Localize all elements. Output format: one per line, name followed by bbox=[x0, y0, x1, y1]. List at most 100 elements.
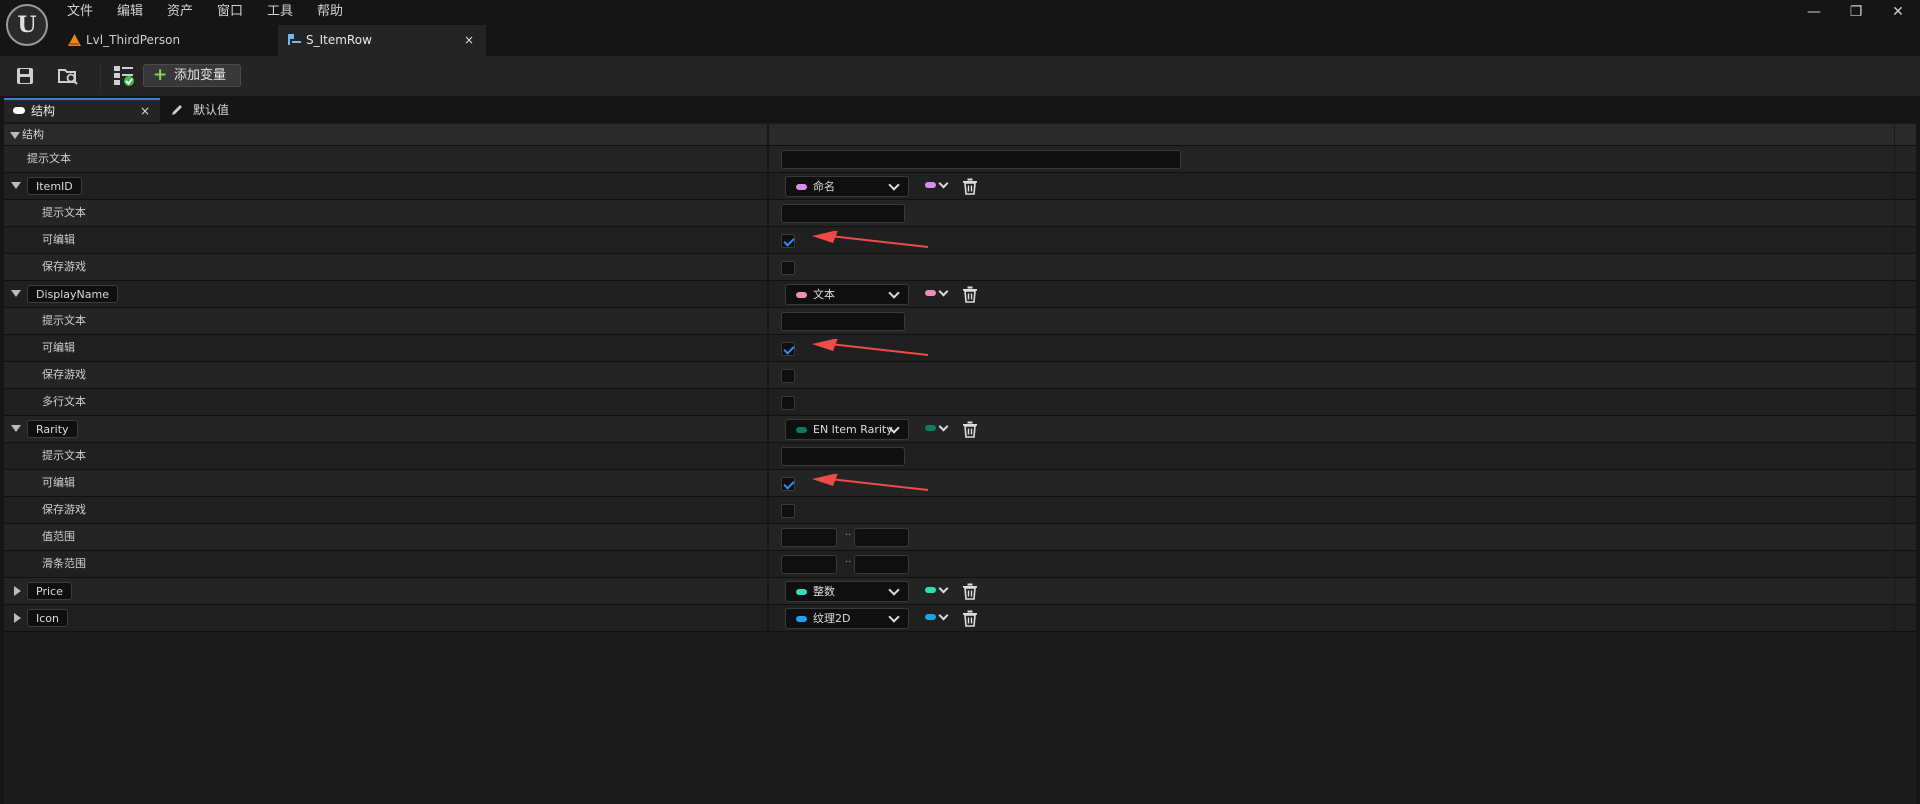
tooltip-input[interactable] bbox=[781, 204, 905, 223]
collapse-arrow-icon[interactable] bbox=[10, 132, 20, 139]
checkbox[interactable] bbox=[781, 477, 795, 491]
chevron-down-icon[interactable] bbox=[938, 178, 949, 189]
menu-assets[interactable]: 资产 bbox=[167, 2, 193, 22]
tab-s-itemrow[interactable]: S_ItemRow × bbox=[278, 25, 486, 56]
add-variable-button[interactable]: + 添加变量 bbox=[143, 64, 241, 87]
tooltip-input[interactable] bbox=[781, 447, 905, 466]
property-label: 保存游戏 bbox=[42, 368, 86, 381]
chevron-down-icon bbox=[888, 287, 900, 299]
variable-type-dropdown[interactable]: 纹理2D bbox=[785, 608, 909, 629]
tooltip-input[interactable] bbox=[781, 150, 1181, 169]
collapse-arrow-icon[interactable] bbox=[11, 182, 21, 189]
range-max-input[interactable] bbox=[854, 555, 909, 574]
member-name-field[interactable]: Price bbox=[27, 582, 72, 600]
delete-icon[interactable] bbox=[962, 178, 978, 195]
annotation-arrow bbox=[812, 231, 929, 248]
save-icon[interactable] bbox=[15, 66, 35, 86]
browse-icon[interactable] bbox=[58, 66, 78, 86]
range-max-input[interactable] bbox=[854, 528, 909, 547]
struct-compile-icon[interactable] bbox=[113, 65, 135, 87]
unreal-logo[interactable]: U bbox=[6, 4, 48, 46]
property-label: 多行文本 bbox=[42, 395, 86, 408]
type-label: EN Item Rarity bbox=[813, 423, 893, 436]
column-divider bbox=[1894, 605, 1895, 631]
menu-help[interactable]: 帮助 bbox=[317, 2, 343, 22]
chevron-down-icon[interactable] bbox=[938, 286, 949, 297]
tab-lvl-thirdperson[interactable]: Lvl_ThirdPerson bbox=[58, 25, 274, 56]
delete-icon[interactable] bbox=[962, 610, 978, 627]
checkbox[interactable] bbox=[781, 234, 795, 248]
column-divider bbox=[1894, 254, 1895, 280]
struct-tooltip-row: 提示文本 bbox=[4, 146, 1916, 173]
type-label: 文本 bbox=[813, 288, 835, 301]
column-divider bbox=[767, 389, 769, 415]
menu-edit[interactable]: 编辑 bbox=[117, 2, 143, 22]
property-label: 提示文本 bbox=[27, 152, 71, 165]
collapse-arrow-icon[interactable] bbox=[11, 425, 21, 432]
container-type-pin-icon[interactable] bbox=[925, 182, 936, 188]
property-row: 保存游戏 bbox=[4, 497, 1916, 524]
member-name-field[interactable]: Icon bbox=[27, 609, 68, 627]
checkbox[interactable] bbox=[781, 369, 795, 383]
variable-type-dropdown[interactable]: 整数 bbox=[785, 581, 909, 602]
checkbox[interactable] bbox=[781, 504, 795, 518]
chevron-down-icon bbox=[888, 611, 900, 623]
column-divider bbox=[1894, 200, 1895, 226]
container-type-pin-icon[interactable] bbox=[925, 290, 936, 296]
property-label: 可编辑 bbox=[42, 233, 75, 246]
column-divider bbox=[767, 551, 769, 577]
menu-window[interactable]: 窗口 bbox=[217, 2, 243, 22]
delete-icon[interactable] bbox=[962, 286, 978, 303]
checkbox[interactable] bbox=[781, 261, 795, 275]
checkbox[interactable] bbox=[781, 396, 795, 410]
tab-structure[interactable]: 结构 × bbox=[4, 98, 160, 122]
container-type-pin-icon[interactable] bbox=[925, 425, 936, 431]
close-window-button[interactable]: ✕ bbox=[1883, 2, 1913, 22]
column-divider bbox=[767, 578, 769, 604]
property-row: 可编辑 bbox=[4, 227, 1916, 254]
member-name-field[interactable]: Rarity bbox=[27, 420, 78, 438]
delete-icon[interactable] bbox=[962, 583, 978, 600]
panel-tab-bar bbox=[0, 96, 1920, 123]
range-min-input[interactable] bbox=[781, 528, 837, 547]
annotation-arrow bbox=[812, 474, 929, 491]
restore-button[interactable]: ❐ bbox=[1841, 2, 1871, 22]
container-type-pin-icon[interactable] bbox=[925, 614, 936, 620]
column-divider bbox=[1894, 524, 1895, 550]
close-tab-icon[interactable]: × bbox=[464, 25, 474, 56]
container-type-pin-icon[interactable] bbox=[925, 587, 936, 593]
member-name-field[interactable]: ItemID bbox=[27, 177, 82, 195]
range-min-input[interactable] bbox=[781, 555, 837, 574]
tooltip-input[interactable] bbox=[781, 312, 905, 331]
chevron-down-icon[interactable] bbox=[938, 610, 949, 621]
column-divider bbox=[767, 416, 769, 442]
chevron-down-icon[interactable] bbox=[938, 583, 949, 594]
type-label: 整数 bbox=[813, 585, 835, 598]
variable-type-dropdown[interactable]: EN Item Rarity bbox=[785, 419, 909, 440]
expand-arrow-icon[interactable] bbox=[14, 613, 21, 623]
property-label: 可编辑 bbox=[42, 341, 75, 354]
property-label: 可编辑 bbox=[42, 476, 75, 489]
menu-file[interactable]: 文件 bbox=[67, 2, 93, 22]
collapse-arrow-icon[interactable] bbox=[11, 290, 21, 297]
level-icon bbox=[68, 34, 81, 46]
tab-defaults[interactable]: 默认值 bbox=[165, 98, 229, 122]
expand-arrow-icon[interactable] bbox=[14, 586, 21, 596]
chevron-down-icon[interactable] bbox=[938, 421, 949, 432]
variable-type-dropdown[interactable]: 文本 bbox=[785, 284, 909, 305]
property-row: 保存游戏 bbox=[4, 254, 1916, 281]
column-divider bbox=[1894, 497, 1895, 523]
pencil-icon bbox=[172, 105, 182, 115]
close-tab-icon[interactable]: × bbox=[140, 100, 150, 122]
column-divider bbox=[767, 605, 769, 631]
member-name-field[interactable]: DisplayName bbox=[27, 285, 118, 303]
column-divider bbox=[767, 335, 769, 361]
delete-icon[interactable] bbox=[962, 421, 978, 438]
menu-tools[interactable]: 工具 bbox=[267, 2, 293, 22]
checkbox[interactable] bbox=[781, 342, 795, 356]
column-divider bbox=[1894, 551, 1895, 577]
range-separator: .. bbox=[845, 554, 852, 565]
variable-type-dropdown[interactable]: 命名 bbox=[785, 176, 909, 197]
type-label: 命名 bbox=[813, 180, 835, 193]
minimize-button[interactable]: — bbox=[1799, 2, 1829, 22]
